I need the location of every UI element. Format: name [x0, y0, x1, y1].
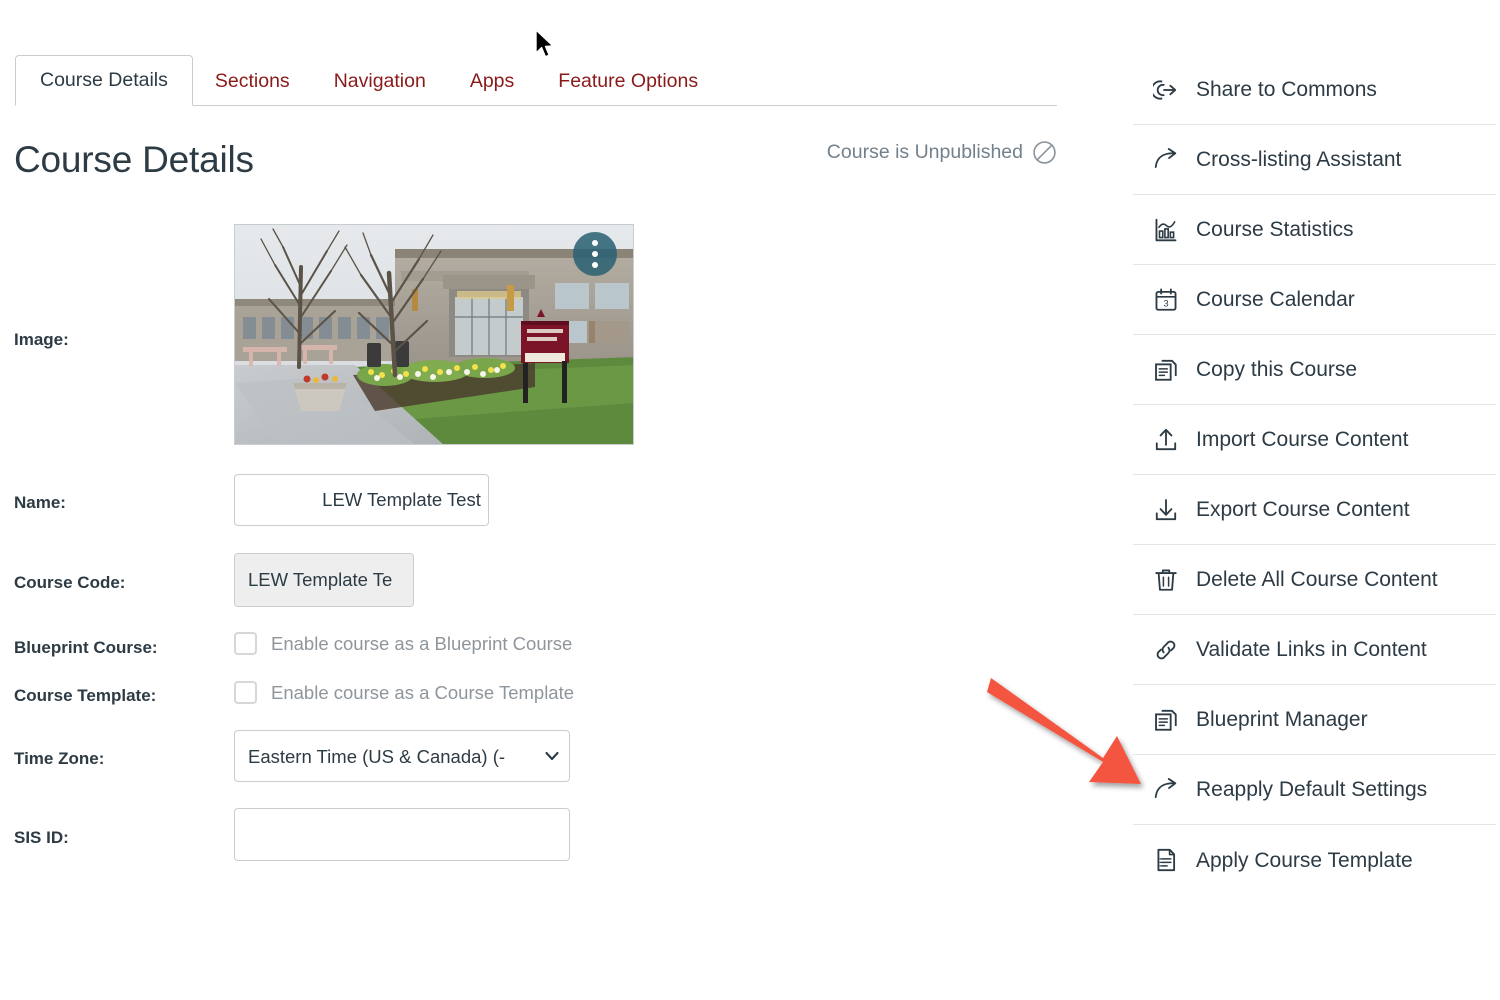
sidebar-item-import-course-content[interactable]: Import Course Content	[1133, 405, 1496, 475]
tab-apps[interactable]: Apps	[448, 58, 536, 105]
image-options-kebab-button[interactable]	[573, 232, 617, 276]
document-lines-icon	[1157, 848, 1176, 872]
course-name-input[interactable]	[234, 474, 489, 526]
image-label: Image:	[14, 330, 69, 349]
sidebar-item-label: Blueprint Manager	[1196, 708, 1368, 731]
sidebar-item-apply-course-template[interactable]: Apply Course Template	[1133, 825, 1496, 895]
course-code-label: Course Code:	[14, 573, 126, 592]
sidebar-item-cross-listing-assistant[interactable]: Cross-listing Assistant	[1133, 125, 1496, 195]
sidebar-item-label: Share to Commons	[1196, 78, 1377, 101]
course-actions-sidebar: Share to Commons Cross-listing Assistant…	[1133, 55, 1496, 895]
sis-id-label: SIS ID:	[14, 828, 69, 847]
sidebar-item-course-statistics[interactable]: Course Statistics	[1133, 195, 1496, 265]
sidebar-item-label: Delete All Course Content	[1196, 568, 1438, 591]
unpublished-icon	[1033, 141, 1056, 164]
sidebar-item-label: Cross-listing Assistant	[1196, 148, 1402, 171]
sis-id-input[interactable]	[234, 808, 570, 861]
name-label: Name:	[14, 493, 66, 512]
blueprint-course-label: Blueprint Course:	[14, 638, 158, 657]
sidebar-item-label: Export Course Content	[1196, 498, 1410, 521]
tab-feature-options[interactable]: Feature Options	[536, 58, 720, 105]
course-template-checkbox[interactable]	[234, 681, 257, 704]
sidebar-item-copy-this-course[interactable]: Copy this Course	[1133, 335, 1496, 405]
kebab-dot	[592, 251, 598, 257]
blueprint-course-checkbox-label: Enable course as a Blueprint Course	[271, 632, 573, 654]
blueprint-course-checkbox-row[interactable]: Enable course as a Blueprint Course	[234, 632, 572, 655]
time-zone-label: Time Zone:	[14, 749, 105, 768]
link-chain-icon	[1156, 640, 1176, 659]
copy-document-icon	[1155, 359, 1177, 381]
course-template-checkbox-row[interactable]: Enable course as a Course Template	[234, 681, 574, 704]
course-code-input[interactable]	[234, 553, 414, 607]
settings-tab-bar: Course Details Sections Navigation Apps …	[15, 53, 1057, 106]
calendar-icon: 3	[1155, 287, 1177, 311]
kebab-dot	[592, 240, 598, 246]
tab-sections[interactable]: Sections	[193, 58, 312, 105]
sidebar-item-label: Copy this Course	[1196, 358, 1358, 381]
sidebar-item-validate-links-in-content[interactable]: Validate Links in Content	[1133, 615, 1496, 685]
download-arrow-icon	[1155, 498, 1177, 520]
sidebar-item-blueprint-manager[interactable]: Blueprint Manager	[1133, 685, 1496, 755]
sidebar-item-delete-all-course-content[interactable]: Delete All Course Content	[1133, 545, 1496, 615]
publish-status-label: Course is Unpublished	[826, 141, 1023, 163]
course-image-thumbnail[interactable]	[234, 224, 634, 445]
share-commons-icon	[1153, 79, 1177, 100]
sidebar-item-export-course-content[interactable]: Export Course Content	[1133, 475, 1496, 545]
course-template-checkbox-label: Enable course as a Course Template	[271, 681, 575, 703]
arrow-curve-right-icon	[1154, 147, 1177, 168]
trash-icon	[1155, 569, 1177, 591]
bar-chart-icon	[1155, 218, 1177, 241]
copy-document-icon	[1155, 709, 1177, 731]
page-title: Course Details	[14, 139, 254, 180]
sidebar-item-label: Apply Course Template	[1196, 848, 1413, 872]
sidebar-item-label: Import Course Content	[1196, 428, 1409, 451]
course-template-label: Course Template:	[14, 686, 157, 705]
sidebar-item-label: Validate Links in Content	[1196, 638, 1427, 661]
sidebar-item-course-calendar[interactable]: 3 Course Calendar	[1133, 265, 1496, 335]
sidebar-item-label: Course Calendar	[1196, 288, 1355, 311]
blueprint-course-checkbox[interactable]	[234, 632, 257, 655]
time-zone-select[interactable]: Eastern Time (US & Canada) (-	[234, 730, 570, 782]
arrow-curve-right-icon	[1154, 777, 1177, 798]
sidebar-item-share-to-commons[interactable]: Share to Commons	[1133, 55, 1496, 125]
sidebar-item-label: Course Statistics	[1196, 218, 1354, 241]
tab-navigation[interactable]: Navigation	[312, 58, 448, 105]
tab-course-details[interactable]: Course Details	[15, 54, 193, 106]
svg-text:3: 3	[1163, 298, 1168, 308]
tab-list: Course Details Sections Navigation Apps …	[15, 53, 1057, 106]
publish-status: Course is Unpublished	[827, 140, 1057, 165]
upload-arrow-icon	[1155, 428, 1177, 450]
kebab-dot	[592, 262, 598, 268]
sidebar-item-reapply-default-settings[interactable]: Reapply Default Settings	[1133, 755, 1496, 825]
sidebar-item-label: Reapply Default Settings	[1196, 778, 1428, 801]
